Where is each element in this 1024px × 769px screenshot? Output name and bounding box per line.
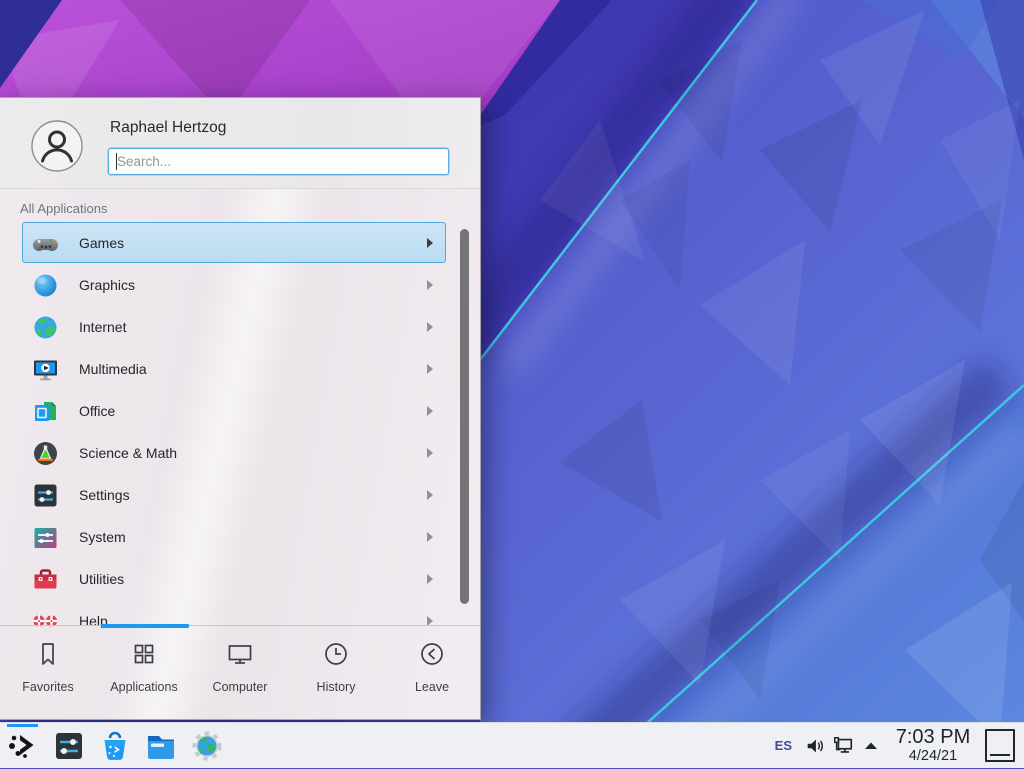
app-grid-icon <box>129 639 159 674</box>
menu-item-label: Utilities <box>79 571 124 587</box>
multimedia-monitor-icon <box>32 356 59 383</box>
submenu-arrow-icon <box>427 574 433 584</box>
application-launcher-popup: Raphael Hertzog All Applications Games G… <box>0 97 481 720</box>
submenu-arrow-icon <box>427 448 433 458</box>
menu-item-office[interactable]: Office <box>0 390 481 432</box>
search-field <box>108 148 449 175</box>
submenu-arrow-icon <box>427 322 433 332</box>
menu-item-list: Games Graphics Internet Multimedia Offic… <box>0 222 481 628</box>
digital-clock[interactable]: 7:03 PM 4/24/21 <box>891 727 975 764</box>
menu-item-games[interactable]: Games <box>0 222 481 264</box>
gamepad-icon <box>32 230 59 257</box>
menu-item-science-math[interactable]: Science & Math <box>0 432 481 474</box>
network-button[interactable] <box>829 732 857 760</box>
tab-label: Leave <box>415 680 449 694</box>
show-desktop-button[interactable] <box>985 729 1015 762</box>
taskbar-app-web-browser[interactable] <box>184 723 230 769</box>
tab-computer[interactable]: Computer <box>192 626 288 719</box>
clock-time: 7:03 PM <box>891 727 975 747</box>
menu-item-internet[interactable]: Internet <box>0 306 481 348</box>
submenu-arrow-icon <box>427 364 433 374</box>
menu-item-label: Science & Math <box>79 445 177 461</box>
launcher-tabbar: Favorites Applications Computer History Leav… <box>0 625 480 719</box>
clock-date: 4/24/21 <box>891 749 975 764</box>
user-name: Raphael Hertzog <box>110 119 226 137</box>
expand-tray-button[interactable] <box>857 732 885 760</box>
web-browser-globe-icon <box>190 729 224 763</box>
submenu-arrow-icon <box>427 280 433 290</box>
tab-history[interactable]: History <box>288 626 384 719</box>
science-flask-icon <box>32 440 59 467</box>
tab-leave[interactable]: Leave <box>384 626 480 719</box>
taskbar-app-file-manager[interactable] <box>138 723 184 769</box>
tab-applications[interactable]: Applications <box>96 626 192 719</box>
menu-item-system[interactable]: System <box>0 516 481 558</box>
tab-label: Favorites <box>22 680 73 694</box>
tab-favorites[interactable]: Favorites <box>0 626 96 719</box>
system-settings-icon <box>52 729 86 763</box>
tab-label: History <box>317 680 356 694</box>
submenu-arrow-icon <box>427 406 433 416</box>
app-launcher-button[interactable] <box>0 723 46 769</box>
user-avatar-icon[interactable] <box>31 120 83 172</box>
section-label: All Applications <box>20 201 107 216</box>
kde-launcher-icon <box>6 729 40 763</box>
utilities-toolbox-icon <box>32 566 59 593</box>
menu-item-label: System <box>79 529 126 545</box>
menu-scrollbar[interactable] <box>460 229 469 604</box>
submenu-arrow-icon <box>427 532 433 542</box>
menu-item-label: Multimedia <box>79 361 147 377</box>
system-sliders-icon <box>32 524 59 551</box>
bookmark-icon <box>33 639 63 674</box>
menu-item-settings[interactable]: Settings <box>0 474 481 516</box>
history-clock-icon <box>321 639 351 674</box>
menu-item-label: Games <box>79 235 124 251</box>
search-input[interactable] <box>109 149 448 174</box>
menu-item-graphics[interactable]: Graphics <box>0 264 481 306</box>
network-icon <box>832 735 854 757</box>
graphics-sphere-icon <box>32 272 59 299</box>
launcher-header: Raphael Hertzog <box>0 98 480 189</box>
text-cursor <box>116 153 117 170</box>
discover-store-icon <box>98 729 132 763</box>
menu-item-utilities[interactable]: Utilities <box>0 558 481 600</box>
volume-icon <box>804 735 826 757</box>
taskbar-panel: ES 7:03 PM 4/24/21 <box>0 722 1024 768</box>
tab-label: Computer <box>213 680 268 694</box>
menu-item-help[interactable]: Help <box>0 600 481 628</box>
leave-icon <box>417 639 447 674</box>
keyboard-layout-indicator[interactable]: ES <box>766 738 801 753</box>
taskbar-app-discover[interactable] <box>92 723 138 769</box>
menu-item-label: Internet <box>79 319 126 335</box>
office-document-icon <box>32 398 59 425</box>
taskbar-app-system-settings[interactable] <box>46 723 92 769</box>
menu-item-multimedia[interactable]: Multimedia <box>0 348 481 390</box>
tab-label: Applications <box>110 680 177 694</box>
menu-item-label: Office <box>79 403 115 419</box>
file-manager-folder-icon <box>144 729 178 763</box>
menu-item-label: Graphics <box>79 277 135 293</box>
submenu-arrow-icon <box>427 490 433 500</box>
volume-button[interactable] <box>801 732 829 760</box>
settings-sliders-icon <box>32 482 59 509</box>
globe-icon <box>32 314 59 341</box>
submenu-arrow-icon <box>427 238 433 248</box>
expand-tray-caret-icon <box>863 738 879 754</box>
computer-icon <box>225 639 255 674</box>
menu-item-label: Settings <box>79 487 130 503</box>
launcher-active-indicator <box>7 724 38 727</box>
